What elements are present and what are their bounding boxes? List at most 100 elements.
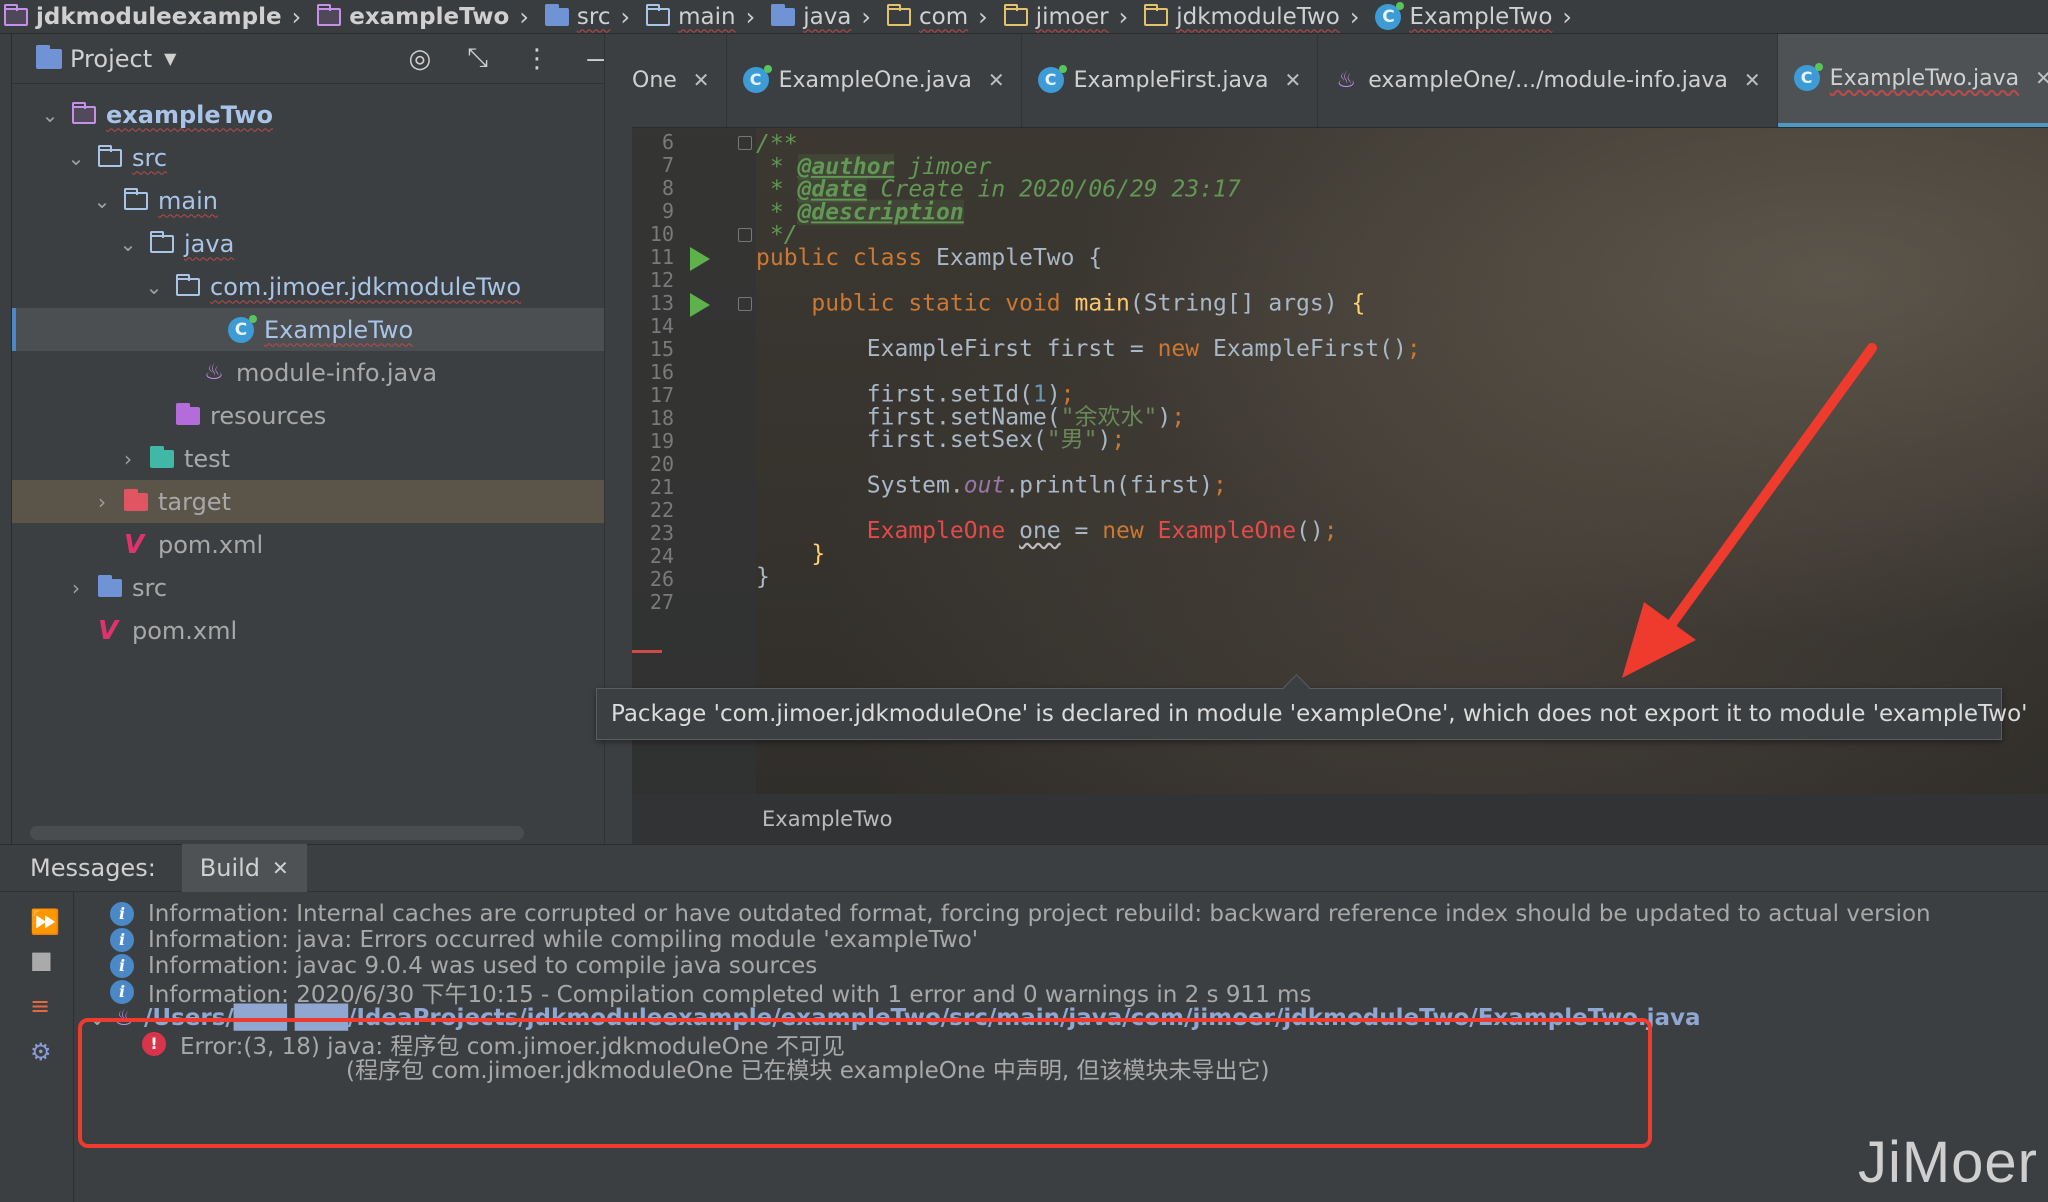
tree-item[interactable]: resources [12,394,632,437]
tab-exampletwo-java[interactable]: C ExampleTwo.java ✕ [1777,34,2048,127]
breadcrumb-label: src [576,3,611,30]
package-icon [887,3,912,26]
java-file-icon: ♨ [1336,67,1357,93]
tree-item[interactable]: › test [12,437,632,480]
code-token: main [1074,290,1130,317]
chevron-right-icon: › [1349,2,1360,31]
tree-item[interactable]: › target [12,480,632,523]
class-icon: C [1793,63,1823,91]
fold-marker-icon[interactable] [738,297,752,311]
project-title[interactable]: Project [70,45,152,73]
tree-item[interactable]: › src [12,566,632,609]
line-number: 12 [649,268,674,292]
editor-breadcrumb-footer: ExampleTwo [632,794,2048,844]
tab-one[interactable]: One ✕ [632,34,727,127]
tab-label: ExampleFirst.java [1073,67,1269,93]
more-icon[interactable]: ⋮ [524,44,550,74]
run-icon[interactable] [690,293,710,317]
tree-item-label: pom.xml [132,616,238,645]
tree-item[interactable]: Vpom.xml [12,523,632,566]
code-token: ; [1323,518,1338,545]
code-token: one [1019,518,1061,545]
tree-item[interactable]: ♨ module-info.java [12,351,632,394]
line-number: 7 [661,153,674,177]
run-icon[interactable] [690,247,710,271]
tab-exampleone-java[interactable]: C ExampleOne.java ✕ [727,34,1022,127]
breadcrumb-item[interactable]: jimoer › [994,3,1134,31]
close-icon[interactable]: ✕ [1744,68,1761,92]
breadcrumb-item[interactable]: java › [761,3,877,31]
resources-folder-icon [176,402,200,425]
project-horizontal-scrollbar[interactable] [30,826,524,840]
breadcrumb-item[interactable]: src › [535,3,636,31]
footer-crumb[interactable]: ExampleTwo [762,807,892,831]
chevron-right-icon: › [1562,2,1573,31]
breadcrumb-item[interactable]: main › [636,3,761,31]
chevron-down-icon[interactable]: ⌄ [64,146,88,170]
gear-icon[interactable]: ⚙ [30,1038,52,1066]
chevron-right-icon[interactable]: › [116,447,140,471]
tab-exampleone-module-info-java[interactable]: ♨ exampleOne/.../module-info.java ✕ [1318,34,1778,127]
source-folder-icon [98,574,122,597]
chevron-down-icon[interactable]: ⌄ [90,189,114,213]
chevron-right-icon: › [519,2,529,31]
breadcrumb-item[interactable]: com › [877,3,994,31]
close-icon[interactable]: ✕ [693,68,710,92]
rerun-icon[interactable]: ⏩ [30,908,60,936]
breadcrumb: jdkmoduleexample › exampleTwo › src › main › jav… [0,0,2048,34]
annotation-arrow [1622,343,1877,678]
tree-item[interactable]: ⌄ java [12,222,632,265]
module-icon [4,3,28,26]
breadcrumb-item[interactable]: exampleTwo › [307,3,535,31]
chevron-right-icon[interactable]: › [64,576,88,600]
close-icon[interactable]: ✕ [1285,68,1302,92]
tree-item[interactable]: ⌄ exampleTwo [12,93,632,136]
chevron-down-icon[interactable]: ⌄ [116,232,140,256]
close-icon[interactable]: ✕ [272,856,289,880]
code-token: ; [1171,404,1186,431]
code-token: ExampleTwo { [936,245,1103,271]
annotation-red-box [78,1018,1652,1148]
fold-marker-icon[interactable] [738,228,752,242]
collapse-icon[interactable]: ⤡ [467,43,488,74]
code-token: ; [1212,472,1227,499]
tree-item-label: test [184,444,231,473]
code-token: ; [1406,336,1421,362]
chevron-right-icon[interactable]: › [90,490,114,514]
chevron-down-icon[interactable]: ▼ [164,49,176,68]
tree-item[interactable]: Vpom.xml [12,609,632,652]
close-icon[interactable]: ✕ [988,68,1005,92]
chevron-right-icon: › [745,2,756,31]
maven-icon: V [124,529,145,560]
breadcrumb-item[interactable]: jdkmoduleexample › [0,3,307,31]
tab-examplefirst-java[interactable]: C ExampleFirst.java ✕ [1022,34,1319,127]
tab-build[interactable]: Build ✕ [181,844,307,892]
chevron-down-icon[interactable]: ⌄ [38,103,62,127]
class-icon: C [742,65,772,93]
chevron-down-icon[interactable]: ⌄ [142,275,166,299]
tree-item[interactable]: ⌄ main [12,179,632,222]
filter-icon[interactable]: ≡ [30,992,50,1020]
tree-item[interactable]: ⌄ src [12,136,632,179]
fold-marker-icon[interactable] [738,136,752,150]
code-token: System. [756,472,964,499]
tree-item-label: module-info.java [236,358,438,387]
chevron-right-icon: › [620,2,631,31]
breadcrumb-item[interactable]: jdkmoduleTwo › [1134,3,1365,31]
folder-icon [646,3,671,26]
line-number: 16 [649,360,674,384]
line-number: 27 [649,590,674,614]
code-line: public class ExampleTwo { [756,243,1102,273]
module-folder-icon [317,3,342,26]
breadcrumb-item[interactable]: C ExampleTwo › [1365,1,1578,31]
class-icon: C [1037,65,1067,93]
code-token: } [756,563,770,590]
tree-item[interactable]: ⌄ com.jimoer.jdkmoduleTwo [12,265,632,308]
target-icon[interactable]: ◎ [409,44,432,74]
stop-icon[interactable]: ■ [30,946,53,974]
close-icon[interactable]: ✕ [2035,66,2048,90]
info-icon: i [110,954,134,978]
line-number: 17 [649,383,674,407]
code-token: { [1351,290,1366,317]
tree-item[interactable]: C ExampleTwo [12,308,632,351]
